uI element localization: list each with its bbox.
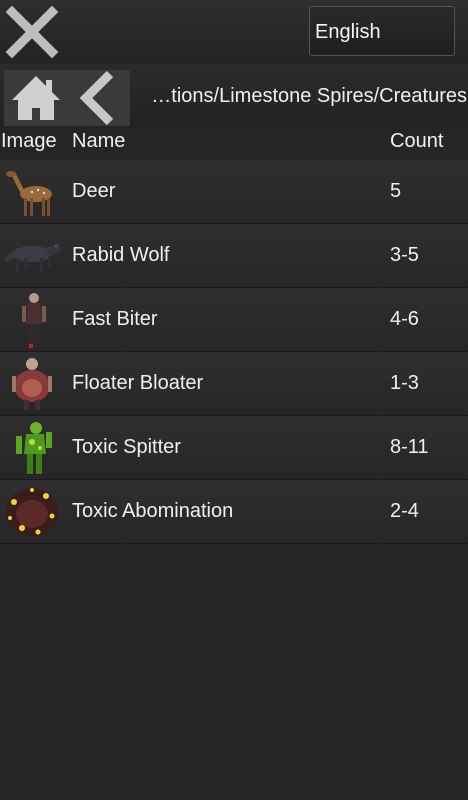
toxic-spitter-thumbnail [16, 422, 52, 474]
creature-name: Fast Biter [72, 308, 158, 330]
table-row[interactable]: Fast Biter 4-6 [0, 288, 468, 352]
toxic-abomination-thumbnail [6, 488, 58, 536]
back-button[interactable] [68, 70, 130, 126]
home-button[interactable] [4, 70, 68, 126]
creature-count: 4-6 [390, 308, 419, 330]
column-header-name: Name [72, 130, 126, 152]
creature-table: Deer 5 Rabid Wolf 3-5 Fast Biter 4-6 Flo… [0, 160, 468, 544]
floater-bloater-thumbnail [12, 358, 52, 410]
creature-name: Deer [72, 180, 116, 202]
table-row[interactable]: Deer 5 [0, 160, 468, 224]
table-row[interactable]: Toxic Abomination 2-4 [0, 480, 468, 544]
fast-biter-thumbnail [22, 293, 46, 348]
home-icon [12, 76, 60, 120]
rabid-wolf-thumbnail [4, 242, 60, 272]
table-row[interactable]: Toxic Spitter 8-11 [0, 416, 468, 480]
creature-count: 8-11 [390, 436, 429, 458]
creature-count: 1-3 [390, 372, 419, 394]
creature-name: Rabid Wolf [72, 244, 170, 266]
nav-bar: …tions/Limestone Spires/Creatures [0, 64, 468, 128]
breadcrumb: …tions/Limestone Spires/Creatures [151, 85, 467, 107]
creature-count: 2-4 [390, 500, 419, 522]
creature-count: 3-5 [390, 244, 419, 266]
top-bar: English [0, 0, 468, 64]
table-header: Image Name Count [0, 128, 468, 160]
close-button[interactable] [5, 5, 59, 59]
creature-count: 5 [390, 180, 402, 202]
chevron-left-icon [79, 70, 114, 126]
creature-name: Toxic Abomination [72, 500, 234, 522]
creature-name: Floater Bloater [72, 372, 204, 394]
close-icon [5, 5, 59, 59]
column-header-image: Image [1, 130, 57, 152]
language-select[interactable]: English [309, 6, 455, 56]
creature-name: Toxic Spitter [72, 436, 181, 458]
table-row[interactable]: Floater Bloater 1-3 [0, 352, 468, 416]
table-row[interactable]: Rabid Wolf 3-5 [0, 224, 468, 288]
deer-thumbnail [6, 171, 52, 216]
column-header-count: Count [390, 130, 444, 152]
